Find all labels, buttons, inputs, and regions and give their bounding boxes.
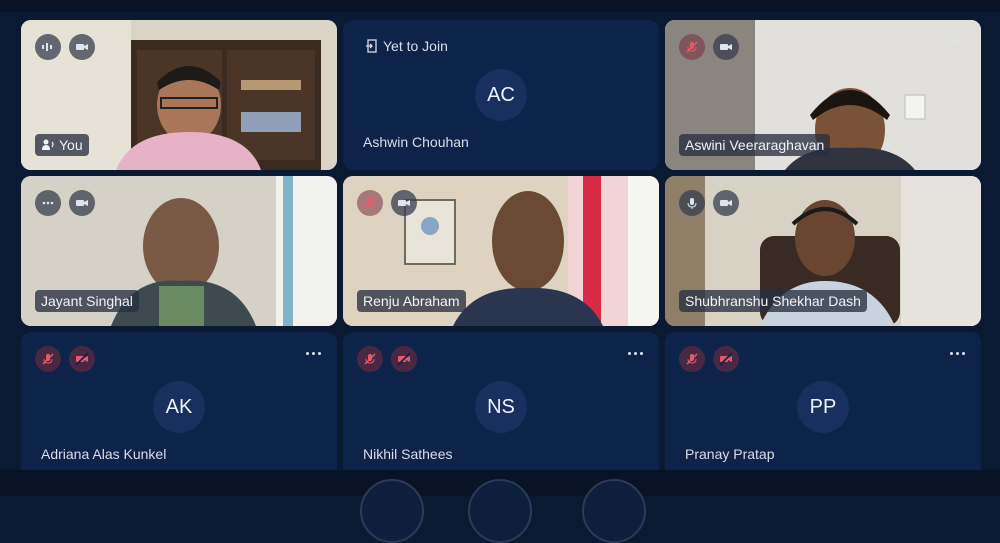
more-icon[interactable] — [35, 190, 61, 216]
tile-controls — [679, 346, 739, 372]
participant-grid: You Yet to Join AC Ashwin Chouhan Aswini… — [0, 0, 1000, 496]
avatar: AK — [153, 381, 205, 433]
participant-tile-shubhranshu[interactable]: Shubhranshu Shekhar Dash — [665, 176, 981, 326]
participant-name: Aswini Veeraraghavan — [679, 134, 831, 156]
participant-tile-jayant[interactable]: Jayant Singhal — [21, 176, 337, 326]
tile-controls — [357, 346, 417, 372]
participant-name: You — [35, 134, 89, 156]
mic-off-icon[interactable] — [357, 190, 383, 216]
tile-controls — [679, 34, 739, 60]
mic-off-icon[interactable] — [357, 346, 383, 372]
participant-tile-you[interactable]: You — [21, 20, 337, 170]
control-bar-button[interactable] — [360, 479, 424, 543]
video-camera-icon[interactable] — [713, 34, 739, 60]
join-status: Yet to Join — [365, 38, 448, 54]
participant-name: Jayant Singhal — [35, 290, 139, 312]
mic-off-icon[interactable] — [679, 34, 705, 60]
tile-controls — [357, 190, 417, 216]
participant-name: Renju Abraham — [357, 290, 466, 312]
video-off-icon[interactable] — [69, 346, 95, 372]
participant-tile-pranay[interactable]: PP Pranay Pratap — [665, 332, 981, 482]
more-icon[interactable] — [947, 34, 967, 48]
video-off-icon[interactable] — [713, 346, 739, 372]
mic-icon[interactable] — [679, 190, 705, 216]
tile-controls — [35, 190, 95, 216]
participant-tile-nikhil[interactable]: NS Nikhil Sathees — [343, 332, 659, 482]
tile-controls — [35, 34, 95, 60]
more-icon[interactable] — [303, 346, 323, 360]
avatar: NS — [475, 381, 527, 433]
video-off-icon[interactable] — [391, 346, 417, 372]
participant-name: Nikhil Sathees — [363, 446, 453, 462]
video-camera-icon[interactable] — [391, 190, 417, 216]
participant-tile-renju[interactable]: Renju Abraham — [343, 176, 659, 326]
control-bar-button[interactable] — [582, 479, 646, 543]
participant-tile-aswini[interactable]: Aswini Veeraraghavan — [665, 20, 981, 170]
mic-off-icon[interactable] — [35, 346, 61, 372]
participant-name: Shubhranshu Shekhar Dash — [679, 290, 867, 312]
participant-tile-ashwin[interactable]: Yet to Join AC Ashwin Chouhan — [343, 20, 659, 170]
join-arrow-icon — [366, 39, 377, 53]
mic-off-icon[interactable] — [679, 346, 705, 372]
avatar: PP — [797, 381, 849, 433]
participant-name: Pranay Pratap — [685, 446, 775, 462]
video-camera-icon[interactable] — [69, 34, 95, 60]
control-bar-button[interactable] — [468, 479, 532, 543]
participant-name: Ashwin Chouhan — [363, 134, 469, 150]
tile-controls — [679, 190, 739, 216]
video-camera-icon[interactable] — [713, 190, 739, 216]
tile-controls — [35, 346, 95, 372]
video-camera-icon[interactable] — [69, 190, 95, 216]
more-icon[interactable] — [947, 190, 967, 204]
avatar: AC — [475, 69, 527, 121]
participant-tile-adriana[interactable]: AK Adriana Alas Kunkel — [21, 332, 337, 482]
more-icon[interactable] — [625, 346, 645, 360]
participant-name: Adriana Alas Kunkel — [41, 446, 167, 462]
more-icon[interactable] — [947, 346, 967, 360]
mic-icon[interactable] — [35, 34, 61, 60]
people-icon — [42, 139, 54, 150]
